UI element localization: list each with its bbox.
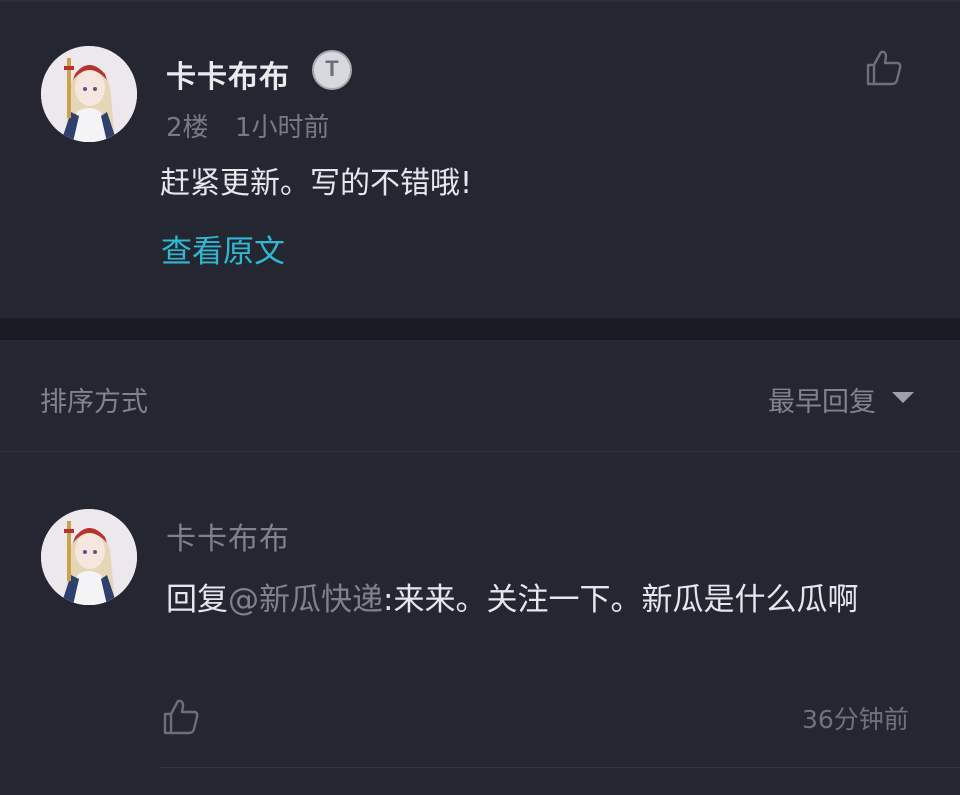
thumbs-up-icon xyxy=(163,699,199,735)
divider xyxy=(160,767,960,768)
view-original-link[interactable]: 查看原文 xyxy=(161,226,285,271)
mention-link[interactable]: @新瓜快递 xyxy=(228,582,383,618)
section-separator xyxy=(0,318,960,340)
reply-prefix: 回复 xyxy=(166,582,228,618)
floor-number: 2楼 xyxy=(166,113,209,143)
reply-separator: : xyxy=(383,582,394,618)
like-button[interactable] xyxy=(864,48,904,92)
badge-letter: T xyxy=(325,56,339,81)
reply-like-button[interactable] xyxy=(161,697,201,741)
avatar-image xyxy=(41,46,137,142)
sort-bar: 排序方式 最早回复 xyxy=(0,340,960,452)
reply-body: 来来。关注一下。新瓜是什么瓜啊 xyxy=(393,582,859,618)
avatar[interactable] xyxy=(41,509,137,605)
caret-down-icon[interactable] xyxy=(892,392,914,403)
reply-time: 36分钟前 xyxy=(802,705,909,734)
level-badge-icon: T xyxy=(312,50,352,90)
comment-text: 赶紧更新。写的不错哦! xyxy=(160,166,473,201)
thumbs-up-icon xyxy=(866,50,902,86)
sort-order-dropdown[interactable]: 最早回复 xyxy=(768,380,876,419)
reply-text: 回复@新瓜快递:来来。关注一下。新瓜是什么瓜啊 xyxy=(166,576,926,624)
sort-label: 排序方式 xyxy=(40,387,148,418)
comment-detail-page: 卡卡布布 T 2楼 1小时前 赶紧更新。写的不错哦! 查看原文 排序方式 最早回… xyxy=(0,0,960,795)
avatar-image xyxy=(41,509,137,605)
main-comment: 卡卡布布 T 2楼 1小时前 赶紧更新。写的不错哦! 查看原文 xyxy=(0,0,960,318)
comment-username[interactable]: 卡卡布布 xyxy=(166,52,290,96)
avatar[interactable] xyxy=(41,46,137,142)
comment-time: 1小时前 xyxy=(235,113,330,143)
reply-username[interactable]: 卡卡布布 xyxy=(166,514,290,558)
